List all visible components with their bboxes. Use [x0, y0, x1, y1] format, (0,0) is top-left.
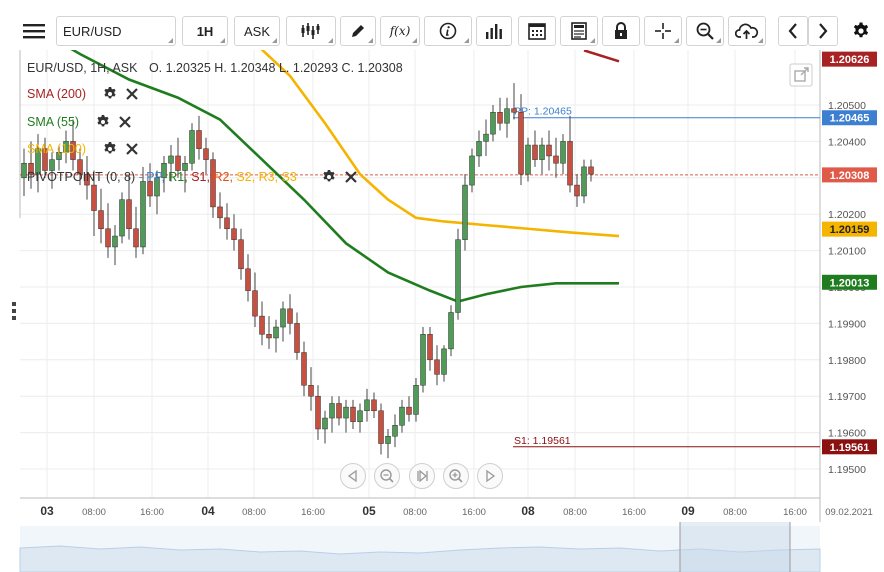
sma55-settings-icon[interactable]: [97, 115, 109, 127]
candle-up: [420, 327, 426, 393]
candle-up: [119, 192, 125, 244]
sma100-settings-icon[interactable]: [104, 142, 116, 154]
candle-body: [455, 239, 461, 313]
candle-body: [413, 385, 419, 415]
y-tick-label: 1.20100: [828, 246, 866, 258]
candle-body: [392, 425, 398, 437]
candle-up: [448, 305, 454, 357]
candle-up: [455, 228, 461, 320]
candle-body: [259, 315, 265, 335]
y-tick-label: 1.20200: [828, 209, 866, 221]
x-tick-label: 09: [681, 504, 695, 518]
x-tick-label: 08:00: [723, 507, 747, 518]
nav-forward-button[interactable]: [477, 463, 503, 489]
reset-view-button[interactable]: [409, 463, 435, 489]
candle-body: [448, 312, 454, 350]
s1-price-tag-text: 1.19561: [830, 442, 870, 454]
candle-body: [252, 290, 258, 317]
candle-body: [126, 199, 132, 230]
x-tick-label: 16:00: [622, 507, 646, 518]
s1-line-label: S1: 1.19561: [514, 435, 571, 447]
sma-price-tag: 1.20013: [822, 274, 877, 290]
candle-body: [378, 410, 384, 444]
y-tick-label: 1.19900: [828, 318, 866, 330]
candle-body: [224, 217, 230, 230]
zoom-out-icon: [380, 469, 394, 483]
y-tick-label: 1.19800: [828, 355, 866, 367]
sma-price-tag-text: 1.20159: [830, 224, 870, 236]
candle-body: [266, 334, 272, 339]
sma100-remove-icon[interactable]: [125, 142, 139, 156]
x-tick-label: 03: [40, 504, 54, 518]
candle-body: [441, 348, 447, 375]
pivot-settings-icon[interactable]: [323, 170, 335, 182]
navigator-strip[interactable]: [0, 522, 884, 572]
candle-body: [322, 417, 328, 430]
candle-body: [294, 323, 300, 353]
candle-body: [357, 410, 363, 422]
candle-body: [105, 228, 111, 248]
nav-back-button[interactable]: [340, 463, 366, 489]
candle-body: [406, 406, 412, 415]
zoom-out-chart-button[interactable]: [374, 463, 400, 489]
x-tick-label: 09.02.2021: [825, 507, 873, 518]
sma-price-tag-text: 1.20013: [830, 277, 870, 289]
candle-body: [280, 308, 286, 328]
sma200-settings-icon[interactable]: [104, 87, 116, 99]
zoom-in-icon: [449, 469, 463, 483]
x-tick-label: 08:00: [403, 507, 427, 518]
sma55-remove-icon[interactable]: [118, 115, 132, 129]
sma200-remove-icon[interactable]: [125, 87, 139, 101]
x-tick-label: 05: [362, 504, 376, 518]
triangle-right-icon: [486, 469, 496, 483]
s1-price-tag: 1.19561: [822, 439, 877, 455]
x-tick-label: 08: [521, 504, 535, 518]
x-tick-label: 04: [201, 504, 215, 518]
candle-body: [350, 406, 356, 422]
x-tick-label: 16:00: [301, 507, 325, 518]
candle-body: [308, 385, 314, 397]
x-tick-label: 16:00: [783, 507, 807, 518]
x-tick-label: 08:00: [242, 507, 266, 518]
y-tick-label: 1.19600: [828, 428, 866, 440]
candle-body: [301, 352, 307, 386]
candle-body: [119, 199, 125, 237]
candle-body: [315, 395, 321, 430]
candle-body: [245, 268, 251, 291]
candle-body: [336, 403, 342, 419]
candle-body: [371, 399, 377, 412]
candle-body: [343, 406, 349, 419]
candle-body: [385, 435, 391, 444]
candle-body: [133, 228, 139, 248]
legend-actions: [97, 87, 358, 184]
candle-body: [112, 235, 118, 248]
candle-body: [231, 228, 237, 240]
y-tick-label: 1.19700: [828, 391, 866, 403]
candle-body: [427, 334, 433, 361]
sma-price-tag: 1.20159: [822, 221, 877, 237]
pivot-remove-icon[interactable]: [344, 170, 358, 184]
x-tick-label: 08:00: [82, 507, 106, 518]
candle-body: [399, 406, 405, 426]
candle-body: [329, 403, 335, 419]
candle-body: [273, 326, 279, 339]
navigator-window[interactable]: [680, 522, 790, 572]
x-tick-label: 16:00: [140, 507, 164, 518]
candle-body: [217, 206, 223, 219]
candle-body: [98, 210, 104, 230]
skip-end-icon: [417, 469, 428, 483]
zoom-in-chart-button[interactable]: [443, 463, 469, 489]
x-tick-label: 08:00: [563, 507, 587, 518]
candle-body: [287, 308, 293, 324]
triangle-left-icon: [347, 469, 357, 483]
candle-body: [434, 359, 440, 375]
x-tick-label: 16:00: [462, 507, 486, 518]
candle-body: [238, 239, 244, 270]
candle-body: [420, 334, 426, 386]
candle-body: [364, 399, 370, 412]
y-tick-label: 1.19500: [828, 464, 866, 476]
panel-resize-handle[interactable]: [12, 302, 16, 320]
